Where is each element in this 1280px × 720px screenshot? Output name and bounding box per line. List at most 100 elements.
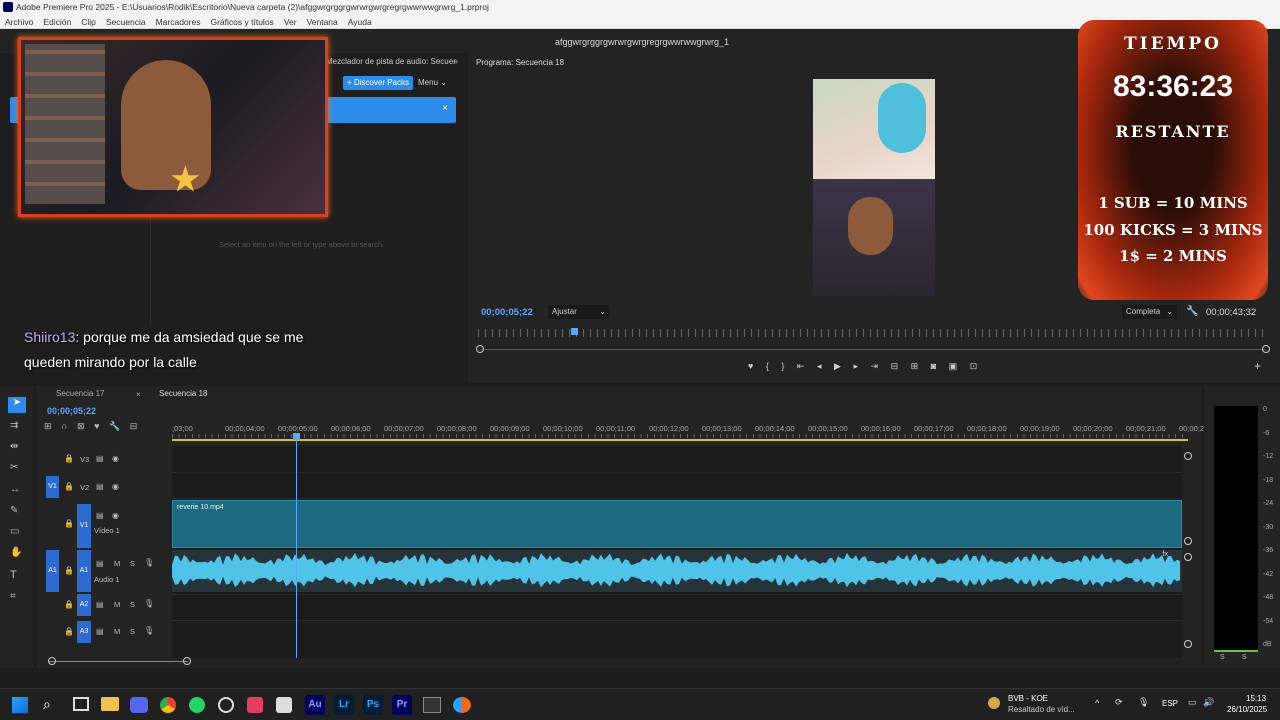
chrome-icon[interactable] bbox=[160, 697, 176, 713]
track-v3-label[interactable]: V3 bbox=[80, 455, 89, 464]
discord-icon[interactable] bbox=[130, 697, 148, 713]
search-icon[interactable]: ⌕ bbox=[43, 696, 51, 713]
marker-add-icon[interactable]: ♥ bbox=[94, 421, 99, 431]
task-view-icon[interactable] bbox=[73, 697, 89, 711]
zoom-handle-left[interactable] bbox=[48, 657, 56, 665]
sync-icon[interactable]: ▤ bbox=[96, 600, 104, 609]
timeline-ruler[interactable]: ;03;00 00;00;04;00 00;00;05;00 00;00;06;00 0… bbox=[172, 424, 1204, 440]
captions-icon[interactable]: ⊟ bbox=[130, 421, 138, 431]
source-a1-label[interactable]: A1 bbox=[46, 550, 59, 592]
lock-icon[interactable]: 🔒 bbox=[64, 454, 74, 463]
clock-date[interactable]: 26/10/2025 bbox=[1227, 705, 1267, 714]
steam-icon[interactable] bbox=[218, 697, 234, 713]
menu-marcadores[interactable]: Marcadores bbox=[151, 15, 206, 27]
timeline-zoom-bar[interactable] bbox=[48, 661, 188, 662]
snap-icon[interactable]: ∩ bbox=[61, 421, 67, 431]
eye-icon[interactable]: ◉ bbox=[112, 511, 119, 520]
menu-secuencia[interactable]: Secuencia bbox=[101, 15, 151, 27]
menu-graficos[interactable]: Gráficos y títulos bbox=[205, 15, 278, 27]
timeline-playhead[interactable] bbox=[296, 434, 297, 658]
menu-ayuda[interactable]: Ayuda bbox=[343, 15, 377, 27]
menu-ventana[interactable]: Ventana bbox=[302, 15, 343, 27]
playhead-handle[interactable] bbox=[293, 433, 300, 440]
eye-icon[interactable]: ◉ bbox=[112, 454, 119, 463]
sync-tray-icon[interactable]: ⟳ bbox=[1115, 697, 1123, 708]
quality-select[interactable]: Completa ⌄ bbox=[1122, 305, 1177, 319]
clock-time[interactable]: 15:13 bbox=[1246, 694, 1266, 703]
v-scroll-handle[interactable] bbox=[1184, 537, 1192, 545]
track-v2-label[interactable]: V2 bbox=[80, 483, 89, 492]
track-a2-label[interactable]: A2 bbox=[77, 594, 91, 616]
work-area-bar[interactable] bbox=[172, 439, 1188, 441]
goto-in-icon[interactable]: ⇤ bbox=[797, 361, 805, 371]
source-v1-label[interactable]: V1 bbox=[46, 476, 59, 498]
extract-icon[interactable]: ⊞ bbox=[911, 361, 919, 371]
rectangle-icon[interactable]: ▭ bbox=[10, 526, 19, 537]
lock-icon[interactable]: 🔒 bbox=[64, 627, 74, 636]
lock-icon[interactable]: 🔒 bbox=[64, 566, 74, 575]
discover-packs-button[interactable]: + Discover Packs bbox=[343, 76, 413, 90]
audition-icon[interactable]: Au bbox=[305, 695, 325, 715]
hand-icon[interactable]: ✋ bbox=[10, 547, 22, 558]
camera-icon[interactable]: ◙ bbox=[931, 361, 936, 371]
audio-mixer-tab[interactable]: Mezclador de pista de audio: Secuencia bbox=[326, 57, 456, 66]
sync-icon[interactable]: ▤ bbox=[96, 511, 104, 520]
tray-chevron-icon[interactable]: ^ bbox=[1095, 698, 1099, 708]
menu-edicion[interactable]: Edición bbox=[38, 15, 76, 27]
language-indicator[interactable]: ESP bbox=[1162, 699, 1178, 708]
wrench-icon[interactable]: 🔧 bbox=[109, 421, 120, 431]
lock-icon[interactable]: 🔒 bbox=[64, 482, 74, 491]
scroll-handle-left[interactable] bbox=[476, 345, 484, 353]
settings-icon[interactable]: ⊡ bbox=[970, 361, 978, 371]
add-button-icon[interactable]: + bbox=[1254, 359, 1261, 373]
capcut-icon[interactable] bbox=[276, 697, 292, 713]
a-scroll-handle[interactable] bbox=[1184, 640, 1192, 648]
scroll-handle-right[interactable] bbox=[1262, 345, 1270, 353]
menu-dropdown[interactable]: Menu ⌄ bbox=[418, 76, 454, 90]
mic-icon[interactable]: 🎙 bbox=[144, 626, 154, 635]
zoom-handle-right[interactable] bbox=[183, 657, 191, 665]
volume-icon[interactable]: 🔊 bbox=[1203, 697, 1214, 708]
play-icon[interactable]: ▶ bbox=[834, 361, 841, 371]
solo-button[interactable]: S bbox=[130, 627, 135, 636]
nest-icon[interactable]: ⊞ bbox=[44, 421, 52, 431]
file-explorer-icon[interactable] bbox=[101, 697, 119, 711]
lightroom-icon[interactable]: Lr bbox=[334, 695, 354, 715]
mark-in-icon[interactable]: { bbox=[766, 361, 769, 371]
sync-icon[interactable]: ▤ bbox=[96, 454, 104, 463]
video-clip[interactable]: reverie 10.mp4 bbox=[172, 500, 1182, 548]
solo-button[interactable]: S bbox=[130, 559, 135, 568]
program-timecode[interactable]: 00;00;05;22 bbox=[481, 307, 533, 318]
track-v1-label[interactable]: V1 bbox=[77, 504, 91, 548]
audio-clip[interactable]: fx bbox=[172, 550, 1182, 592]
start-button-icon[interactable] bbox=[12, 697, 28, 713]
media-title[interactable]: BVB - KOE bbox=[1008, 694, 1048, 703]
sync-icon[interactable]: ▤ bbox=[96, 627, 104, 636]
solo-right[interactable]: S bbox=[1242, 654, 1247, 661]
program-scrollbar[interactable] bbox=[480, 349, 1266, 350]
photoshop-icon[interactable]: Ps bbox=[363, 695, 383, 715]
sync-icon[interactable]: ▤ bbox=[96, 559, 104, 568]
solo-left[interactable]: S bbox=[1220, 654, 1225, 661]
eye-icon[interactable]: ◉ bbox=[112, 482, 119, 491]
track-select-icon[interactable]: ⇉ bbox=[10, 420, 18, 431]
mute-button[interactable]: M bbox=[114, 600, 120, 609]
close-tab-icon[interactable]: × bbox=[136, 390, 141, 399]
panel-overflow-icon[interactable]: » bbox=[453, 56, 458, 66]
lock-icon[interactable]: 🔒 bbox=[64, 600, 74, 609]
zoom-select[interactable]: Ajustar ⌄ bbox=[548, 305, 610, 319]
media-subtitle[interactable]: Resaltado de víd... bbox=[1008, 705, 1075, 714]
mic-icon[interactable]: 🎙 bbox=[144, 599, 154, 608]
pen-icon[interactable]: ✎ bbox=[10, 505, 18, 516]
tab-secuencia-18[interactable]: Secuencia 18 bbox=[159, 389, 207, 398]
whatsapp-icon[interactable] bbox=[189, 697, 205, 713]
a-scroll-handle[interactable] bbox=[1184, 553, 1192, 561]
fx-icon[interactable]: fx bbox=[1163, 551, 1168, 558]
close-icon[interactable]: × bbox=[442, 103, 448, 114]
menu-ver[interactable]: Ver bbox=[279, 15, 302, 27]
mute-button[interactable]: M bbox=[114, 559, 120, 568]
wrench-icon[interactable]: 🔧 bbox=[1186, 306, 1198, 317]
mute-button[interactable]: M bbox=[114, 627, 120, 636]
sync-icon[interactable]: ▤ bbox=[96, 482, 104, 491]
program-ruler[interactable] bbox=[478, 329, 1268, 337]
